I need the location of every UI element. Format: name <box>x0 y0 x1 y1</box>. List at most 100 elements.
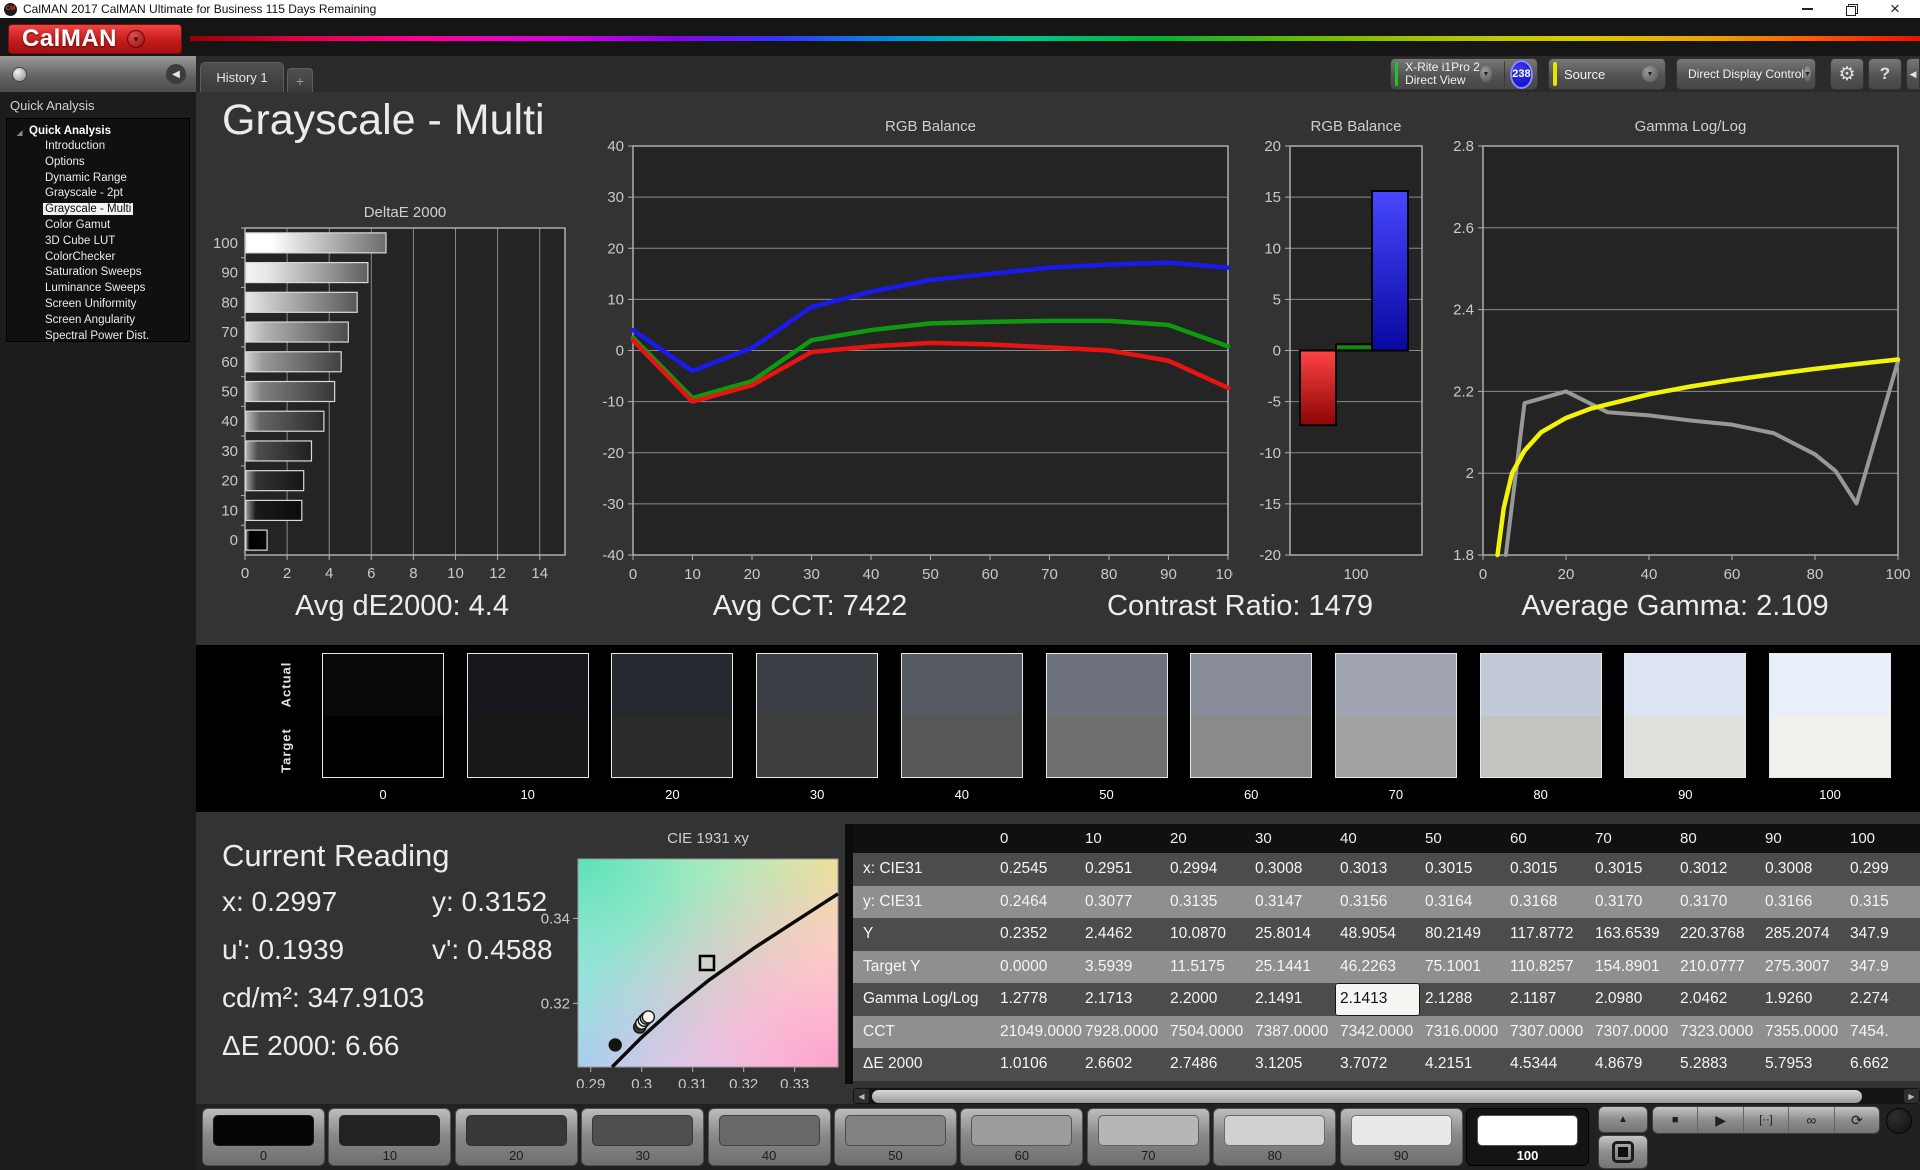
stop-button[interactable]: ■ <box>1653 1107 1699 1133</box>
table-cell: 1.2778 <box>1000 990 1048 1007</box>
status-orb-icon <box>1886 1108 1912 1134</box>
pattern-window-button[interactable] <box>1598 1135 1648 1169</box>
loop-button[interactable]: ∞ <box>1789 1107 1835 1133</box>
restore-button[interactable] <box>1844 2 1858 16</box>
svg-text:2.8: 2.8 <box>1453 138 1474 155</box>
swatch-level-label: 90 <box>1678 787 1693 802</box>
sidebar-item-screen-uniformity[interactable]: Screen Uniformity <box>7 297 189 313</box>
table-row-y: Y 0.2352 2.4462 10.0870 25.8014 48.9054 80.214… <box>853 918 1920 951</box>
minimize-button[interactable] <box>1800 2 1814 16</box>
table-cell: 7307.0000 <box>1595 1022 1669 1040</box>
sidebar-item-grayscale-2pt[interactable]: Grayscale - 2pt <box>7 186 189 202</box>
meter-count-badge[interactable]: 238 <box>1509 59 1533 89</box>
table-column-header-10: 10 <box>1085 830 1102 847</box>
help-icon: ? <box>1879 64 1891 83</box>
svg-text:2: 2 <box>283 565 291 582</box>
current-reading-value: cd/m²: 347.9103 <box>222 982 425 1013</box>
table-cell: 4.2151 <box>1425 1055 1473 1072</box>
rainbow-gradient-bar <box>190 36 1920 41</box>
table-cell: 0.2464 <box>1000 892 1048 910</box>
svg-text:-5: -5 <box>1268 394 1281 411</box>
svg-text:20: 20 <box>607 240 624 257</box>
refresh-button[interactable]: ⟳ <box>1835 1107 1879 1133</box>
toolbar-collapse-button[interactable]: ◀ <box>1906 58 1920 90</box>
table-cell: 0.3170 <box>1680 892 1728 910</box>
tab-history-1[interactable]: History 1 <box>200 62 284 92</box>
settings-button[interactable]: ⚙ <box>1830 58 1864 90</box>
display-control-label: Direct Display Control <box>1688 66 1805 81</box>
sidebar-item-label: Options <box>45 155 85 168</box>
help-button[interactable]: ? <box>1868 58 1902 90</box>
sidebar-item-options[interactable]: Options <box>7 155 189 171</box>
pattern-button-80[interactable]: 80 <box>1213 1108 1337 1166</box>
refresh-icon: ⟳ <box>1850 1111 1863 1128</box>
pattern-button-20[interactable]: 20 <box>454 1108 578 1166</box>
pattern-button-30[interactable]: 30 <box>581 1108 705 1166</box>
sidebar-item-dynamic-range[interactable]: Dynamic Range <box>7 171 189 187</box>
sidebar-item-3d-cube-lut[interactable]: 3D Cube LUT <box>7 234 189 250</box>
svg-text:90: 90 <box>1160 566 1177 583</box>
step-button[interactable]: [··] <box>1744 1107 1790 1133</box>
pattern-button-70[interactable]: 70 <box>1086 1108 1210 1166</box>
swatch-target <box>1770 715 1890 777</box>
swatch-box <box>322 653 444 778</box>
svg-text:2.6: 2.6 <box>1453 220 1474 237</box>
meter-dropdown[interactable]: X-Rite i1Pro 2 Direct View ▼ 238 <box>1390 58 1538 90</box>
sidebar-item-spectral-power-dist[interactable]: Spectral Power Dist. <box>7 329 189 345</box>
table-scrollbar[interactable]: ◀ ▶ <box>853 1088 1920 1104</box>
pattern-panel-up-button[interactable]: ▲ <box>1598 1106 1648 1133</box>
swatch-target <box>612 715 733 777</box>
sidebar-item-screen-angularity[interactable]: Screen Angularity <box>7 313 189 329</box>
table-cell: 7316.0000 <box>1425 1022 1499 1040</box>
swatch-box <box>1479 653 1602 778</box>
play-button[interactable]: ▶ <box>1698 1107 1744 1133</box>
svg-text:80: 80 <box>1807 566 1824 583</box>
sidebar-item-label: Luminance Sweeps <box>45 282 146 295</box>
table-cell: 7342.0000 <box>1340 1022 1414 1040</box>
table-cell-highlighted[interactable]: 2.1413 <box>1335 983 1420 1016</box>
pattern-button-label: 0 <box>259 1148 268 1163</box>
pattern-color-patch <box>465 1115 567 1146</box>
pattern-button-100[interactable]: 100 <box>1466 1108 1589 1166</box>
swatch-row-label-target: Target <box>278 728 294 773</box>
pattern-button-0[interactable]: 0 <box>202 1108 325 1166</box>
swatch-actual <box>901 654 1022 716</box>
sidebar-collapse-button[interactable]: ◀ <box>166 64 186 84</box>
svg-text:5: 5 <box>1273 291 1281 308</box>
close-button[interactable]: × <box>1888 0 1902 18</box>
sidebar-item-luminance-sweeps[interactable]: Luminance Sweeps <box>7 281 189 297</box>
swatch-target <box>1480 715 1601 777</box>
table-column-header-90: 90 <box>1765 830 1782 847</box>
sidebar-item-grayscale-multi[interactable]: Grayscale - Multi <box>7 202 189 218</box>
table-cell: 46.2263 <box>1340 957 1397 975</box>
scrollbar-right-arrow[interactable]: ▶ <box>1904 1089 1919 1103</box>
swatch-level-label: 10 <box>520 787 535 802</box>
table-cell: 0.3012 <box>1680 860 1728 877</box>
svg-text:10: 10 <box>684 566 701 583</box>
sidebar-item-color-gamut[interactable]: Color Gamut <box>7 218 189 234</box>
swatch-row-label-actual: Actual <box>278 661 294 708</box>
tree-root-quick-analysis[interactable]: ◢ Quick Analysis <box>7 123 189 139</box>
svg-text:0: 0 <box>616 343 624 360</box>
pattern-button-10[interactable]: 10 <box>328 1108 452 1166</box>
current-reading-value: x: 0.2997 <box>222 886 338 917</box>
svg-text:80: 80 <box>1101 566 1118 583</box>
sidebar-item-saturation-sweeps[interactable]: Saturation Sweeps <box>7 265 189 281</box>
scrollbar-thumb[interactable] <box>872 1089 1862 1103</box>
radio-ball-icon[interactable] <box>12 66 27 82</box>
pattern-button-60[interactable]: 60 <box>960 1108 1084 1166</box>
pattern-button-50[interactable]: 50 <box>834 1108 957 1166</box>
source-status-bar <box>1553 62 1557 86</box>
pattern-button-40[interactable]: 40 <box>707 1108 831 1166</box>
calman-menu-button[interactable]: CalMAN ▼ <box>8 24 182 54</box>
scrollbar-left-arrow[interactable]: ◀ <box>854 1089 869 1103</box>
display-control-dropdown[interactable]: Direct Display Control ▼ <box>1676 58 1816 90</box>
sidebar-item-colorchecker[interactable]: ColorChecker <box>7 250 189 266</box>
transport-bar: ■ ▶ [··] ∞ ⟳ <box>1652 1106 1880 1134</box>
sidebar-item-introduction[interactable]: Introduction <box>7 139 189 155</box>
add-tab-button[interactable]: + <box>287 68 313 92</box>
source-dropdown[interactable]: Source ▼ <box>1548 58 1666 90</box>
svg-text:2.4: 2.4 <box>1453 302 1474 319</box>
pattern-button-90[interactable]: 90 <box>1339 1108 1463 1166</box>
swatch-actual <box>1480 654 1601 716</box>
